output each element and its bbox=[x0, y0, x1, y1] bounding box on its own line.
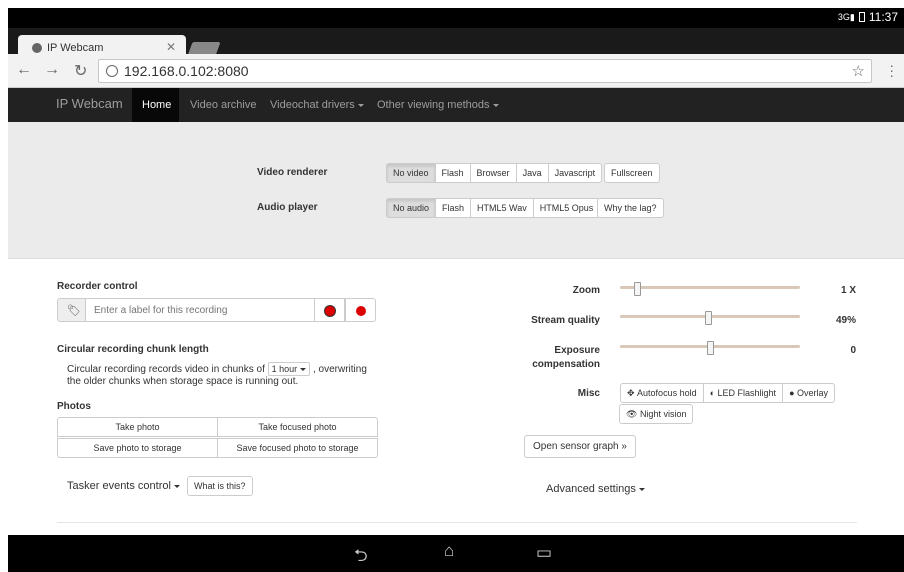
btn-java[interactable]: Java bbox=[515, 163, 549, 183]
brand[interactable]: IP Webcam bbox=[56, 96, 123, 111]
eye-icon: 👁 bbox=[626, 408, 640, 419]
exposure-label: Exposure compensation bbox=[532, 345, 600, 370]
screen: 3G▮ 11:37 IP Webcam ✕ ← → ↻ 192.168.0.10… bbox=[8, 8, 904, 572]
zoom-slider[interactable] bbox=[620, 282, 800, 296]
audio-player-label: Audio player bbox=[257, 202, 318, 213]
forward-button[interactable]: → bbox=[44, 61, 60, 79]
save-focused-photo-button[interactable]: Save focused photo to storage bbox=[217, 438, 378, 458]
recording-label-input[interactable] bbox=[85, 298, 315, 322]
video-renderer-label: Video renderer bbox=[257, 167, 328, 178]
recorder-control-title: Recorder control bbox=[57, 281, 138, 292]
btn-no-video[interactable]: No video bbox=[386, 163, 436, 183]
bookmark-star-icon[interactable]: ☆ bbox=[852, 62, 865, 80]
back-button[interactable]: ← bbox=[16, 61, 32, 79]
caret-down-icon bbox=[638, 487, 645, 491]
tab-title: IP Webcam bbox=[47, 42, 104, 54]
advanced-settings-dropdown[interactable]: Advanced settings bbox=[546, 483, 645, 495]
record-dot-icon bbox=[325, 306, 335, 316]
take-photo-button[interactable]: Take photo bbox=[57, 417, 218, 437]
btn-html5-wav[interactable]: HTML5 Wav bbox=[470, 198, 534, 218]
btn-no-audio[interactable]: No audio bbox=[386, 198, 437, 218]
address-bar[interactable]: 192.168.0.102:8080 ☆ bbox=[98, 59, 872, 83]
signal-icon: 3G▮ bbox=[837, 11, 855, 22]
why-lag-button[interactable]: Why the lag? bbox=[597, 198, 664, 218]
close-tab-icon[interactable]: ✕ bbox=[166, 40, 176, 54]
status-bar: 3G▮ 11:37 bbox=[8, 8, 904, 28]
exposure-value: 0 bbox=[850, 345, 856, 356]
info-icon: ● bbox=[789, 388, 797, 398]
btn-browser[interactable]: Browser bbox=[469, 163, 517, 183]
contrast-icon: ◐ bbox=[709, 388, 718, 398]
omnibox-bar: ← → ↻ 192.168.0.102:8080 ☆ · · · bbox=[8, 54, 904, 88]
clock: 11:37 bbox=[868, 10, 898, 24]
misc-group: ✥ Autofocus hold ◐ LED Flashlight ● Over… bbox=[620, 383, 836, 403]
tag-button[interactable]: 🏷 bbox=[57, 298, 86, 322]
overflow-menu-icon[interactable]: · · · bbox=[889, 58, 894, 82]
btn-video-flash[interactable]: Flash bbox=[434, 163, 471, 183]
video-renderer-group: No video Flash Browser Java Javascript bbox=[386, 163, 603, 183]
home-nav-icon[interactable]: ⌂ bbox=[444, 541, 454, 561]
tag-icon: 🏷 bbox=[67, 305, 81, 317]
led-flashlight-button[interactable]: ◐ LED Flashlight bbox=[702, 383, 784, 403]
slider-thumb[interactable] bbox=[634, 282, 641, 296]
zoom-label: Zoom bbox=[572, 285, 600, 296]
record-toggle-button[interactable] bbox=[314, 298, 345, 322]
slider-thumb[interactable] bbox=[705, 311, 712, 325]
exposure-slider[interactable] bbox=[620, 341, 800, 355]
divider bbox=[57, 522, 857, 523]
zoom-value: 1 X bbox=[840, 285, 856, 296]
url-text: 192.168.0.102:8080 bbox=[124, 63, 249, 79]
stream-quality-label: Stream quality bbox=[531, 315, 600, 326]
btn-javascript[interactable]: Javascript bbox=[547, 163, 603, 183]
fullscreen-button[interactable]: Fullscreen bbox=[604, 163, 660, 183]
slider-thumb[interactable] bbox=[707, 341, 714, 355]
back-nav-icon[interactable]: ⮌ bbox=[354, 543, 368, 572]
chunk-description-line2: the older chunks when storage space is r… bbox=[67, 376, 299, 387]
recents-nav-icon[interactable]: ▭ bbox=[536, 543, 552, 563]
night-vision-button[interactable]: 👁 Night vision bbox=[619, 404, 694, 424]
save-photo-button[interactable]: Save photo to storage bbox=[57, 438, 218, 458]
audio-player-group: No audio Flash HTML5 Wav HTML5 Opus bbox=[386, 198, 601, 218]
photos-title: Photos bbox=[57, 401, 91, 412]
globe-icon bbox=[106, 65, 118, 77]
open-sensor-graph-button[interactable]: Open sensor graph » bbox=[524, 435, 636, 458]
autofocus-hold-button[interactable]: ✥ Autofocus hold bbox=[620, 383, 704, 403]
battery-icon bbox=[858, 12, 865, 22]
tasker-events-dropdown[interactable]: Tasker events control bbox=[67, 480, 180, 492]
move-icon: ✥ bbox=[627, 387, 638, 398]
caret-down-icon bbox=[173, 484, 180, 488]
chunk-length-title: Circular recording chunk length bbox=[57, 344, 209, 355]
take-focused-photo-button[interactable]: Take focused photo bbox=[217, 417, 378, 437]
btn-html5-opus[interactable]: HTML5 Opus bbox=[532, 198, 601, 218]
chunk-length-select[interactable]: 1 hour bbox=[267, 362, 311, 376]
recorder-bar: 🏷 bbox=[57, 298, 377, 322]
what-is-this-button[interactable]: What is this? bbox=[187, 476, 253, 496]
caret-down-icon bbox=[300, 368, 307, 372]
caret-down-icon bbox=[357, 103, 364, 107]
stream-quality-value: 49% bbox=[835, 315, 856, 326]
nav-other-viewing-methods[interactable]: Other viewing methods bbox=[377, 99, 499, 111]
nav-home[interactable]: Home bbox=[132, 88, 179, 122]
misc-label: Misc bbox=[577, 388, 600, 399]
nav-video-archive[interactable]: Video archive bbox=[190, 99, 256, 111]
btn-audio-flash[interactable]: Flash bbox=[435, 198, 472, 218]
site-navbar: IP Webcam Home Video archive Videochat d… bbox=[8, 88, 904, 122]
stream-quality-slider[interactable] bbox=[620, 311, 800, 325]
nav-videochat-drivers[interactable]: Videochat drivers bbox=[270, 99, 364, 111]
record-button[interactable] bbox=[345, 298, 376, 322]
chunk-description: Circular recording records video in chun… bbox=[67, 362, 367, 376]
slider-track bbox=[620, 286, 800, 289]
caret-down-icon bbox=[492, 103, 499, 107]
android-nav-bar: ⮌ ⌂ ▭ bbox=[8, 535, 904, 572]
player-controls: Video renderer No video Flash Browser Ja… bbox=[8, 122, 904, 259]
favicon-icon bbox=[32, 43, 42, 53]
record-dot-icon bbox=[356, 306, 366, 316]
reload-button[interactable]: ↻ bbox=[74, 61, 87, 81]
overlay-button[interactable]: ● Overlay bbox=[782, 383, 836, 403]
